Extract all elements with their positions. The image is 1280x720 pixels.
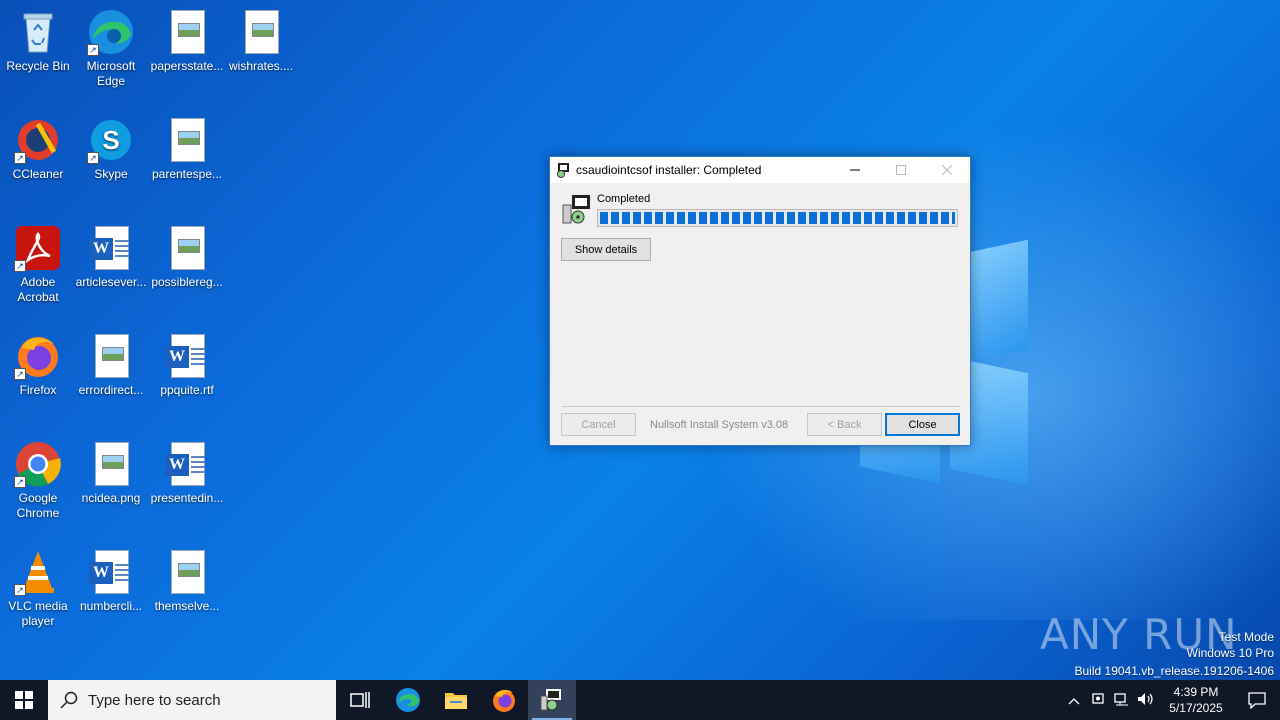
progress-fill — [600, 212, 955, 224]
divider — [562, 406, 960, 407]
taskbar-firefox[interactable] — [480, 680, 528, 720]
windows-start-icon — [15, 691, 33, 709]
image-file-icon — [163, 224, 211, 272]
desktop-icon-word-file[interactable]: W ppquite.rtf — [149, 332, 225, 398]
close-icon — [942, 165, 952, 175]
image-file-icon — [163, 8, 211, 56]
desktop-icon-image-file[interactable]: wishrates.... — [223, 8, 299, 74]
desktop-icon-word-file[interactable]: W articlesever... — [73, 224, 149, 290]
skype-icon: S ↗ — [87, 116, 135, 164]
build-text: Build 19041.vb_release.191206-1406 — [1074, 664, 1275, 678]
desktop-icon-adobe-acrobat[interactable]: ↗ Adobe Acrobat — [0, 224, 76, 305]
nsis-branding: Nullsoft Install System v3.08 — [650, 419, 789, 431]
installer-icon — [555, 162, 571, 178]
vlc-icon: ↗ — [14, 548, 62, 596]
minimize-button[interactable] — [832, 157, 878, 183]
firefox-icon — [493, 689, 515, 712]
image-file-icon — [163, 116, 211, 164]
close-window-button[interactable] — [924, 157, 970, 183]
dialog-title: csaudiointcsof installer: Completed — [576, 163, 762, 177]
taskbar-file-explorer[interactable] — [432, 680, 480, 720]
desktop-icon-image-file[interactable]: parentespe... — [149, 116, 225, 182]
desktop-icon-image-file[interactable]: possiblereg... — [149, 224, 225, 290]
minimize-icon — [850, 169, 860, 171]
desktop-icon-word-file[interactable]: W presentedin... — [149, 440, 225, 506]
maximize-button[interactable] — [878, 157, 924, 183]
desktop-icon-skype[interactable]: S ↗ Skype — [73, 116, 149, 182]
network-icon[interactable] — [1110, 692, 1134, 709]
task-view-icon — [350, 692, 370, 708]
installer-icon — [540, 689, 561, 711]
taskbar: Type here to search 4:39 PM 5/17/2025 — [0, 680, 1280, 720]
notification-icon — [1248, 692, 1266, 709]
windows-edition-text: Windows 10 Pro — [1186, 646, 1274, 660]
svg-text:S: S — [102, 125, 119, 155]
image-file-icon — [237, 8, 285, 56]
desktop-icon-image-file[interactable]: papersstate... — [149, 8, 225, 74]
progress-bar — [597, 209, 958, 227]
close-button[interactable]: Close — [885, 413, 960, 436]
show-details-button[interactable]: Show details — [561, 238, 651, 261]
system-tray: 4:39 PM 5/17/2025 — [1062, 680, 1280, 720]
edge-icon — [396, 688, 420, 712]
acrobat-icon: ↗ — [14, 224, 62, 272]
desktop-icon-microsoft-edge[interactable]: ↗ Microsoft Edge — [73, 8, 149, 89]
taskbar-search-box[interactable]: Type here to search — [48, 680, 336, 720]
firefox-icon: ↗ — [14, 332, 62, 380]
desktop-icon-google-chrome[interactable]: ↗ Google Chrome — [0, 440, 76, 521]
search-icon — [60, 691, 78, 709]
word-document-icon: W — [87, 548, 135, 596]
back-button[interactable]: < Back — [807, 413, 882, 436]
installer-computer-icon — [562, 193, 594, 225]
clock-date: 5/17/2025 — [1169, 701, 1223, 715]
desktop-icon-image-file[interactable]: errordirect... — [73, 332, 149, 398]
desktop-icon-firefox[interactable]: ↗ Firefox — [0, 332, 76, 398]
installer-dialog: csaudiointcsof installer: Completed Comp… — [549, 156, 971, 446]
desktop-icon-image-file[interactable]: themselve... — [149, 548, 225, 614]
image-file-icon — [163, 548, 211, 596]
taskbar-installer[interactable] — [528, 680, 576, 720]
image-file-icon — [87, 440, 135, 488]
dialog-titlebar[interactable]: csaudiointcsof installer: Completed — [550, 157, 970, 183]
word-document-icon: W — [163, 440, 211, 488]
cancel-button[interactable]: Cancel — [561, 413, 636, 436]
desktop-icon-vlc[interactable]: ↗ VLC media player — [0, 548, 76, 629]
clock-time: 4:39 PM — [1173, 685, 1219, 699]
image-file-icon — [87, 332, 135, 380]
clock[interactable]: 4:39 PM 5/17/2025 — [1158, 684, 1234, 716]
task-view-button[interactable] — [336, 680, 384, 720]
status-label: Completed — [597, 193, 651, 205]
edge-icon: ↗ — [87, 8, 135, 56]
test-mode-text: Test Mode — [1218, 630, 1274, 644]
word-document-icon: W — [87, 224, 135, 272]
start-button[interactable] — [0, 680, 48, 720]
desktop-icon-word-file[interactable]: W numbercli... — [73, 548, 149, 614]
device-icon[interactable] — [1086, 692, 1110, 709]
notification-button[interactable] — [1234, 691, 1280, 709]
volume-icon[interactable] — [1134, 692, 1158, 709]
recycle-bin-icon — [14, 8, 62, 56]
chevron-up-icon[interactable] — [1062, 693, 1086, 708]
taskbar-edge[interactable] — [384, 680, 432, 720]
folder-icon — [445, 693, 467, 709]
desktop-icon-image-file[interactable]: ncidea.png — [73, 440, 149, 506]
status-row: Completed — [562, 191, 958, 227]
chrome-icon: ↗ — [14, 440, 62, 488]
word-document-icon: W — [163, 332, 211, 380]
ccleaner-icon: ↗ — [14, 116, 62, 164]
search-placeholder: Type here to search — [88, 691, 221, 709]
desktop-icon-ccleaner[interactable]: ↗ CCleaner — [0, 116, 76, 182]
maximize-icon — [896, 165, 906, 175]
desktop-icon-recycle-bin[interactable]: Recycle Bin — [0, 8, 76, 74]
